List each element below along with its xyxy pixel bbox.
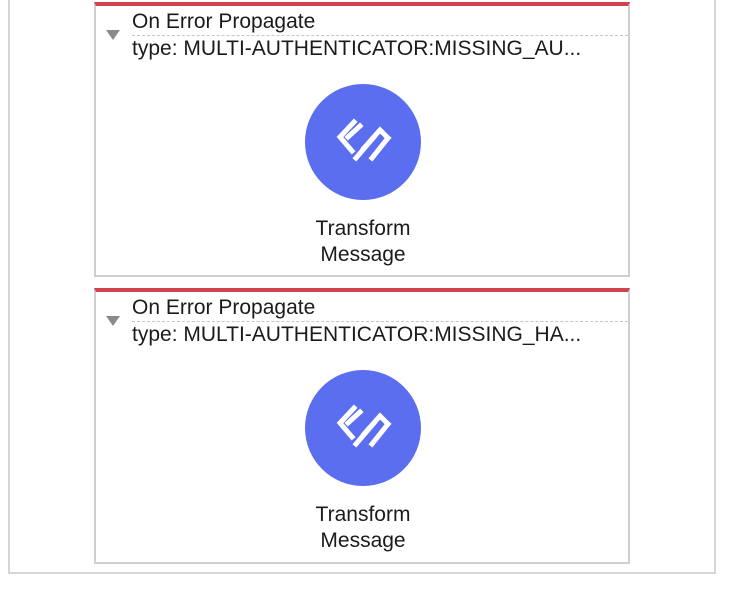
component-label-line2: Message <box>320 243 406 266</box>
error-type-label: type: MULTI-AUTHENTICATOR:MISSING_AU... <box>132 37 582 60</box>
component-label-line1: Transform <box>315 217 411 240</box>
title-divider <box>132 321 628 322</box>
transform-message-component[interactable]: Transform Message <box>305 84 421 268</box>
scope-title: On Error Propagate <box>132 10 316 33</box>
on-error-propagate-scope[interactable]: On Error Propagate type: MULTI-AUTHENTIC… <box>94 288 630 564</box>
scope-title: On Error Propagate <box>132 296 316 319</box>
component-label: Transform Message <box>305 502 421 554</box>
dataweave-icon[interactable] <box>305 84 421 200</box>
component-label-line2: Message <box>320 529 406 552</box>
transform-message-component[interactable]: Transform Message <box>305 370 421 554</box>
error-type-label: type: MULTI-AUTHENTICATOR:MISSING_HA... <box>132 323 582 346</box>
title-divider <box>132 35 628 36</box>
component-label: Transform Message <box>305 216 421 268</box>
dataweave-icon[interactable] <box>305 370 421 486</box>
component-label-line1: Transform <box>315 503 411 526</box>
collapse-caret-icon[interactable] <box>106 30 120 40</box>
on-error-propagate-scope[interactable]: On Error Propagate type: MULTI-AUTHENTIC… <box>94 2 630 277</box>
collapse-caret-icon[interactable] <box>106 316 120 326</box>
